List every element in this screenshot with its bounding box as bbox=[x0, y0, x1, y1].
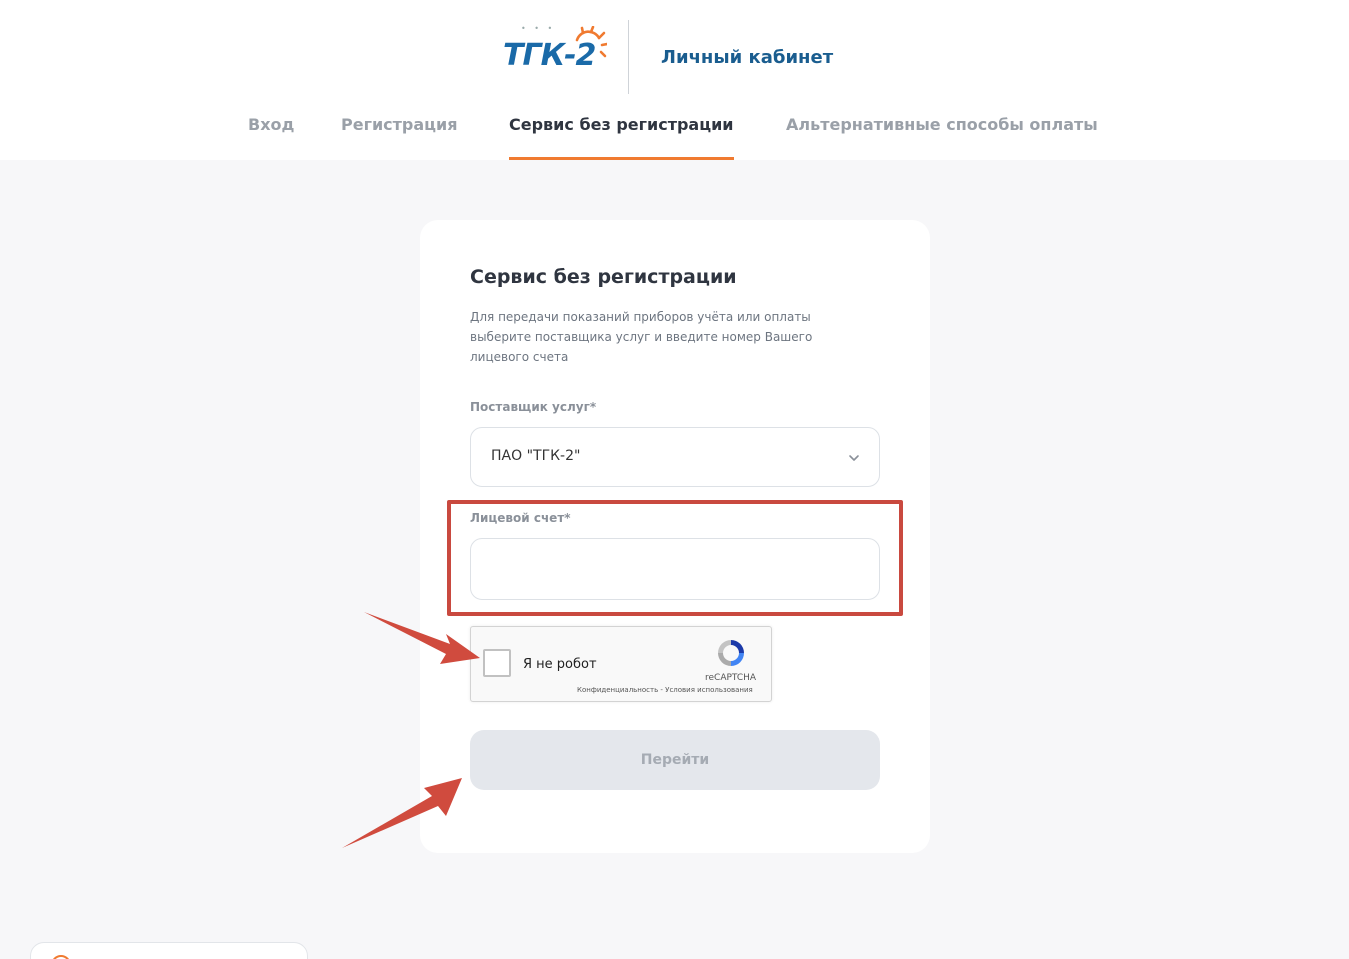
tab-bar: Вход Регистрация Сервис без регистрации … bbox=[0, 112, 1349, 160]
bottom-widget[interactable] bbox=[30, 942, 308, 959]
company-logo[interactable]: • • • ТГК-2 bbox=[503, 24, 607, 80]
submit-button[interactable]: Перейти bbox=[470, 730, 880, 790]
sun-icon bbox=[575, 26, 607, 58]
provider-select-value: ПАО "ТГК-2" bbox=[491, 448, 581, 464]
tab-login[interactable]: Вход bbox=[248, 112, 294, 160]
tab-alternative-payment[interactable]: Альтернативные способы оплаты bbox=[786, 112, 1098, 160]
form-title: Сервис без регистрации bbox=[470, 266, 737, 288]
recaptcha-brand: reCAPTCHA bbox=[705, 673, 757, 683]
recaptcha-logo-icon bbox=[718, 640, 744, 666]
tab-registration[interactable]: Регистрация bbox=[341, 112, 458, 160]
recaptcha-widget: Я не робот reCAPTCHA Конфиденциальность … bbox=[470, 626, 772, 702]
account-input[interactable] bbox=[470, 538, 880, 600]
provider-label: Поставщик услуг* bbox=[470, 400, 597, 414]
logo-dots-icon: • • • bbox=[521, 24, 556, 33]
account-label: Лицевой счет* bbox=[470, 511, 571, 525]
tab-no-registration-service[interactable]: Сервис без регистрации bbox=[509, 112, 734, 160]
recaptcha-label: Я не робот bbox=[523, 657, 597, 672]
info-icon bbox=[51, 955, 71, 959]
cabinet-title: Личный кабинет bbox=[661, 47, 834, 68]
header-divider bbox=[628, 20, 629, 94]
form-description: Для передачи показаний приборов учёта ил… bbox=[470, 310, 813, 364]
provider-select[interactable]: ПАО "ТГК-2" bbox=[470, 427, 880, 487]
chevron-down-icon bbox=[849, 455, 859, 461]
recaptcha-links[interactable]: Конфиденциальность - Условия использован… bbox=[577, 686, 753, 694]
header: • • • ТГК-2 Личный кабинет Вход Регистра… bbox=[0, 0, 1349, 160]
recaptcha-checkbox[interactable] bbox=[483, 649, 511, 677]
